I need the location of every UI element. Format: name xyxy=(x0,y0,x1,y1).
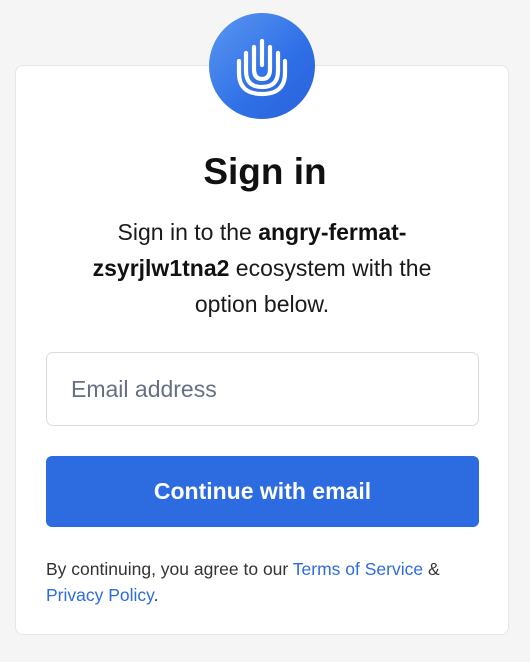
privacy-policy-link[interactable]: Privacy Policy xyxy=(46,585,154,605)
app-logo xyxy=(209,13,315,119)
sign-in-page: Sign in Sign in to the angry-fermat-zsyr… xyxy=(0,0,530,662)
legal-joiner: & xyxy=(423,559,440,579)
email-field[interactable] xyxy=(46,352,479,426)
page-title: Sign in xyxy=(203,151,327,192)
hand-icon xyxy=(236,38,288,97)
continue-with-email-button[interactable]: Continue with email xyxy=(46,456,479,527)
terms-of-service-link[interactable]: Terms of Service xyxy=(293,559,423,579)
legal-prefix: By continuing, you agree to our xyxy=(46,559,293,579)
description-suffix: ecosystem with the option below. xyxy=(194,255,432,317)
legal-suffix: . xyxy=(153,585,159,605)
sign-in-description: Sign in to the angry-fermat-zsyrjlw1tna2… xyxy=(60,214,464,322)
description-prefix: Sign in to the xyxy=(117,219,259,245)
legal-notice: By continuing, you agree to our Terms of… xyxy=(46,556,486,608)
